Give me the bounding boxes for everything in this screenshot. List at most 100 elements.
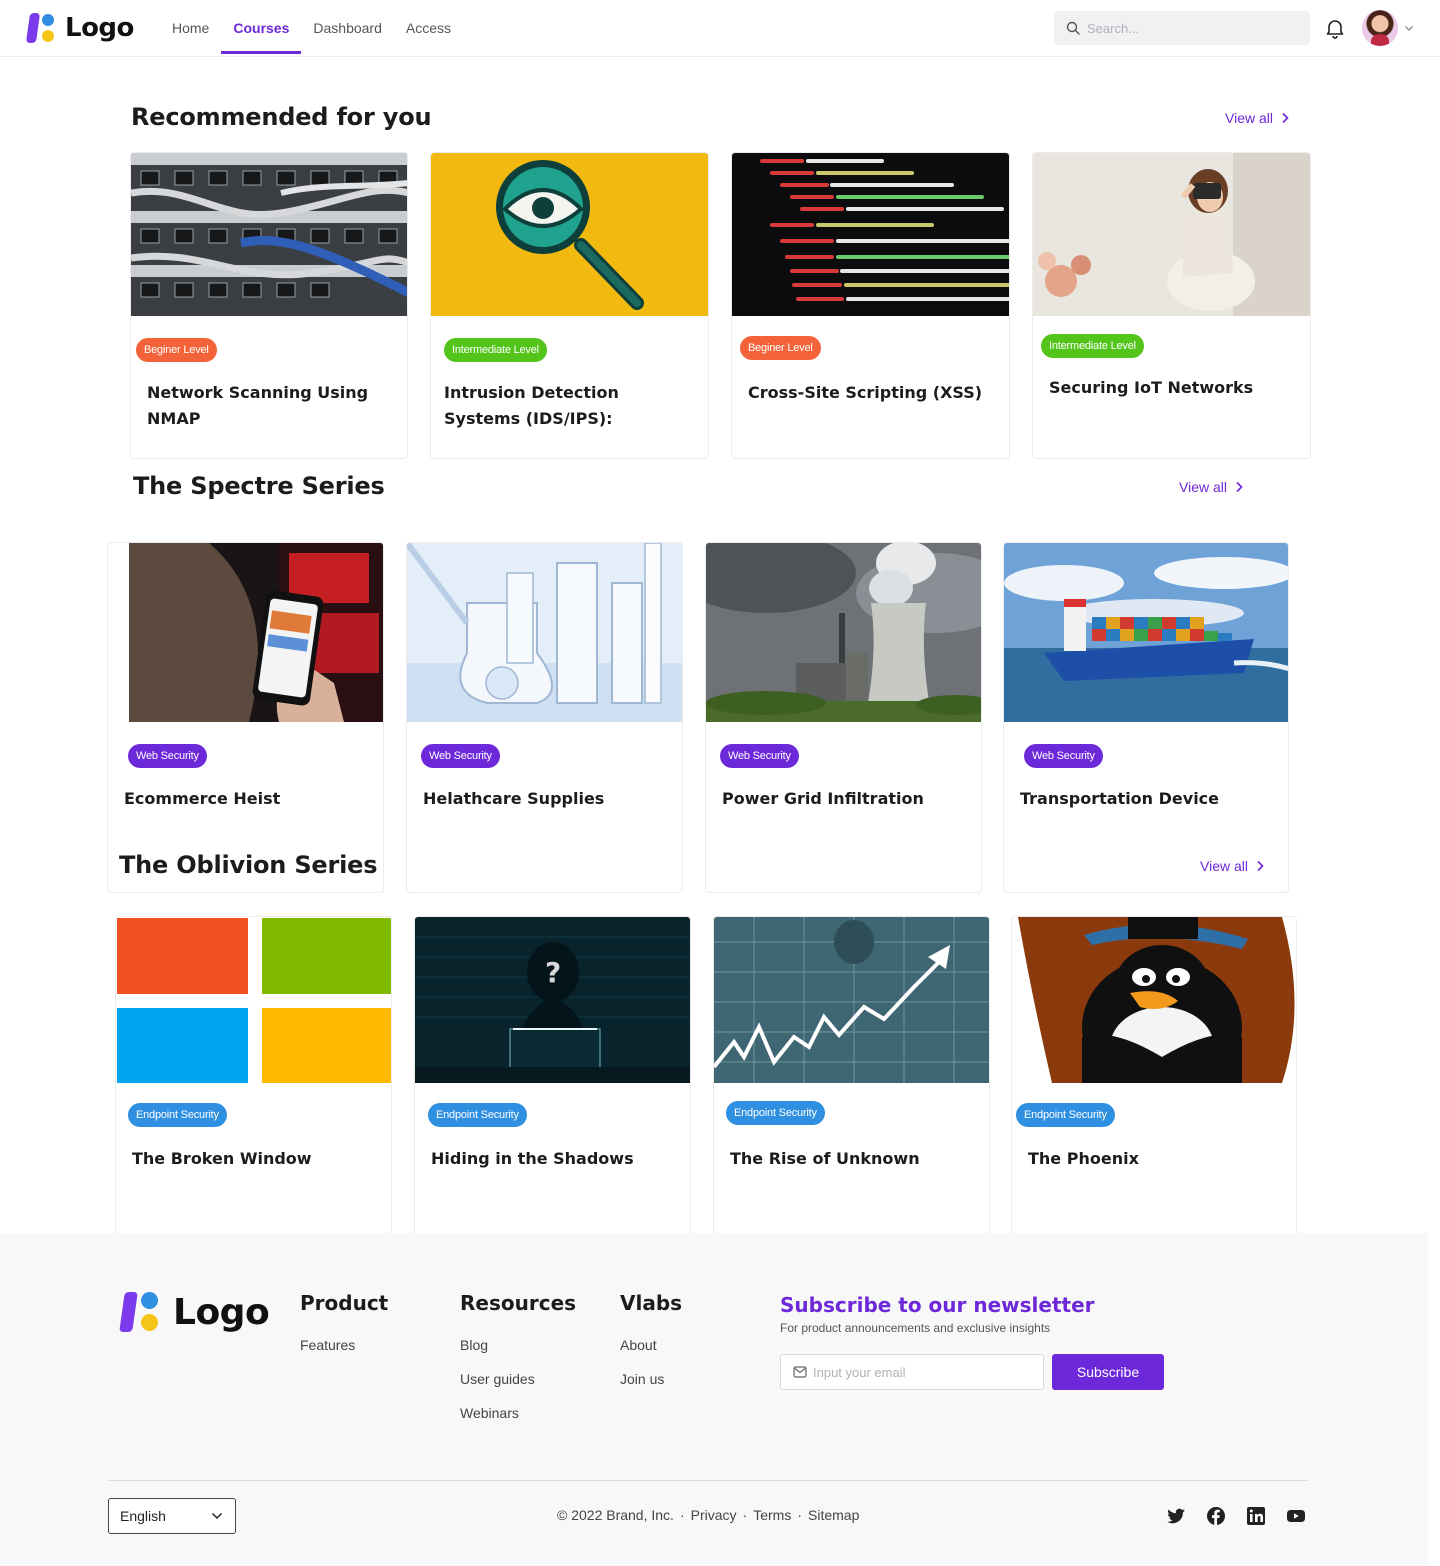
course-image-phone-shopping [129,543,383,722]
course-image-patch-panel [131,153,407,316]
privacy-link[interactable]: Privacy [691,1507,737,1523]
section-title-oblivion: The Oblivion Series [119,851,378,879]
course-title: Securing IoT Networks [1049,378,1254,397]
footer-column-title: Resources [460,1291,577,1315]
subscribe-button[interactable]: Subscribe [1052,1354,1164,1390]
view-all-label: View all [1225,110,1273,126]
course-image-vr-headset [1033,153,1310,316]
footer-link[interactable]: Join us [620,1371,664,1387]
footer-link[interactable]: Webinars [460,1405,519,1421]
social-links [1166,1506,1306,1526]
category-badge: Endpoint Security [726,1101,825,1125]
logo-text: Logo [173,1291,270,1333]
course-title: The Phoenix [1028,1149,1139,1168]
footer-link[interactable]: Blog [460,1337,488,1353]
course-card[interactable]: Beginer Level Network Scanning Using NMA… [130,152,408,459]
course-title: Ecommerce Heist [124,789,281,808]
footer: Logo Product Features Resources Blog Use… [0,1233,1428,1566]
sitemap-link[interactable]: Sitemap [808,1507,859,1523]
course-title: The Broken Window [132,1149,312,1168]
footer-link[interactable]: About [620,1337,657,1353]
notification-bell-icon[interactable] [1324,17,1346,39]
course-image-cargo-ship [1004,543,1288,722]
terms-link[interactable]: Terms [753,1507,791,1523]
footer-column-title: Product [300,1291,389,1315]
course-card[interactable]: Web Security Ecommerce Heist [107,542,384,893]
course-title: Cross-Site Scripting (XSS) [748,383,983,402]
course-image-magnifier-eye [431,153,708,316]
course-card[interactable]: Endpoint Security The Phoenix [1011,916,1297,1246]
logo-mark-icon [119,1290,163,1334]
youtube-icon[interactable] [1286,1506,1306,1526]
twitter-icon[interactable] [1166,1506,1186,1526]
language-value: English [120,1508,166,1524]
nav-access[interactable]: Access [394,0,463,56]
chevron-down-icon [211,1512,223,1520]
user-avatar[interactable] [1362,10,1398,46]
chevron-right-icon [1236,481,1243,493]
linkedin-icon[interactable] [1246,1506,1266,1526]
view-all-label: View all [1200,858,1248,874]
facebook-icon[interactable] [1206,1506,1226,1526]
nav-home[interactable]: Home [160,0,221,56]
nav-courses[interactable]: Courses [221,0,302,56]
course-card[interactable]: ? Endpoint Security Hiding in the Shadow… [414,916,691,1246]
separator-dot: · [742,1507,748,1523]
category-badge: Endpoint Security [1016,1103,1115,1127]
course-title: Power Grid Infiltration [722,789,924,808]
email-field-wrapper [780,1354,1044,1390]
category-badge: Endpoint Security [128,1103,227,1127]
level-badge: Beginer Level [740,336,821,360]
course-card[interactable]: Endpoint Security The Broken Window [115,916,392,1246]
course-title: Intrusion Detection Systems (IDS/IPS): [444,383,619,428]
chevron-right-icon [1257,860,1264,872]
course-image-penguin [1012,917,1296,1083]
footer-column-title: Vlabs [620,1291,683,1315]
footer-link[interactable]: User guides [460,1371,535,1387]
copyright-text: © 2022 Brand, Inc. [557,1507,674,1523]
search-input[interactable] [1087,11,1302,45]
search-icon [1066,21,1080,35]
logo[interactable]: Logo [25,12,134,44]
separator-dot: · [797,1507,802,1523]
course-title: Helathcare Supplies [423,789,605,808]
category-badge: Web Security [1024,744,1103,768]
top-header: Logo Home Courses Dashboard Access [0,0,1440,57]
newsletter-title: Subscribe to our newsletter [780,1293,1095,1317]
level-badge: Intermediate Level [1041,334,1144,358]
category-badge: Web Security [128,744,207,768]
search-box [1054,11,1310,45]
course-title: Transportation Device [1020,789,1220,808]
course-image-hooded-hacker: ? [415,917,690,1083]
course-card[interactable]: Intermediate Level Securing IoT Networks [1032,152,1311,459]
footer-divider [108,1480,1308,1481]
chevron-down-icon[interactable] [1404,23,1414,33]
separator-dot: · [679,1507,685,1523]
category-badge: Endpoint Security [428,1103,527,1127]
level-badge: Intermediate Level [444,338,547,362]
view-all-oblivion-link[interactable]: View all [1200,858,1264,874]
course-image-windows-logo [116,917,391,1083]
category-badge: Web Security [720,744,799,768]
course-card[interactable]: Web Security Helathcare Supplies [406,542,683,893]
logo-text: Logo [65,13,134,43]
footer-link[interactable]: Features [300,1337,355,1353]
language-select[interactable]: English [108,1498,236,1534]
email-input[interactable] [813,1355,1038,1389]
mail-icon [793,1366,807,1378]
category-badge: Web Security [421,744,500,768]
nav-dashboard[interactable]: Dashboard [301,0,394,56]
view-all-spectre-link[interactable]: View all [1179,479,1243,495]
course-title: Hiding in the Shadows [431,1149,634,1168]
course-card[interactable]: Web Security Power Grid Infiltration [705,542,982,893]
course-card[interactable]: Web Security Transportation Device [1003,542,1289,893]
chevron-right-icon [1282,112,1289,124]
legal-links: © 2022 Brand, Inc. · Privacy · Terms · S… [557,1507,859,1523]
course-card[interactable]: Endpoint Security The Rise of Unknown [713,916,990,1246]
course-card[interactable]: Beginer Level Cross-Site Scripting (XSS) [731,152,1010,459]
footer-logo[interactable]: Logo [119,1290,270,1334]
course-card[interactable]: Intermediate Level Intrusion Detection S… [430,152,709,459]
course-title: Network Scanning Using NMAP [147,383,369,428]
view-all-recommended-link[interactable]: View all [1225,110,1289,126]
course-image-power-plant [706,543,981,722]
